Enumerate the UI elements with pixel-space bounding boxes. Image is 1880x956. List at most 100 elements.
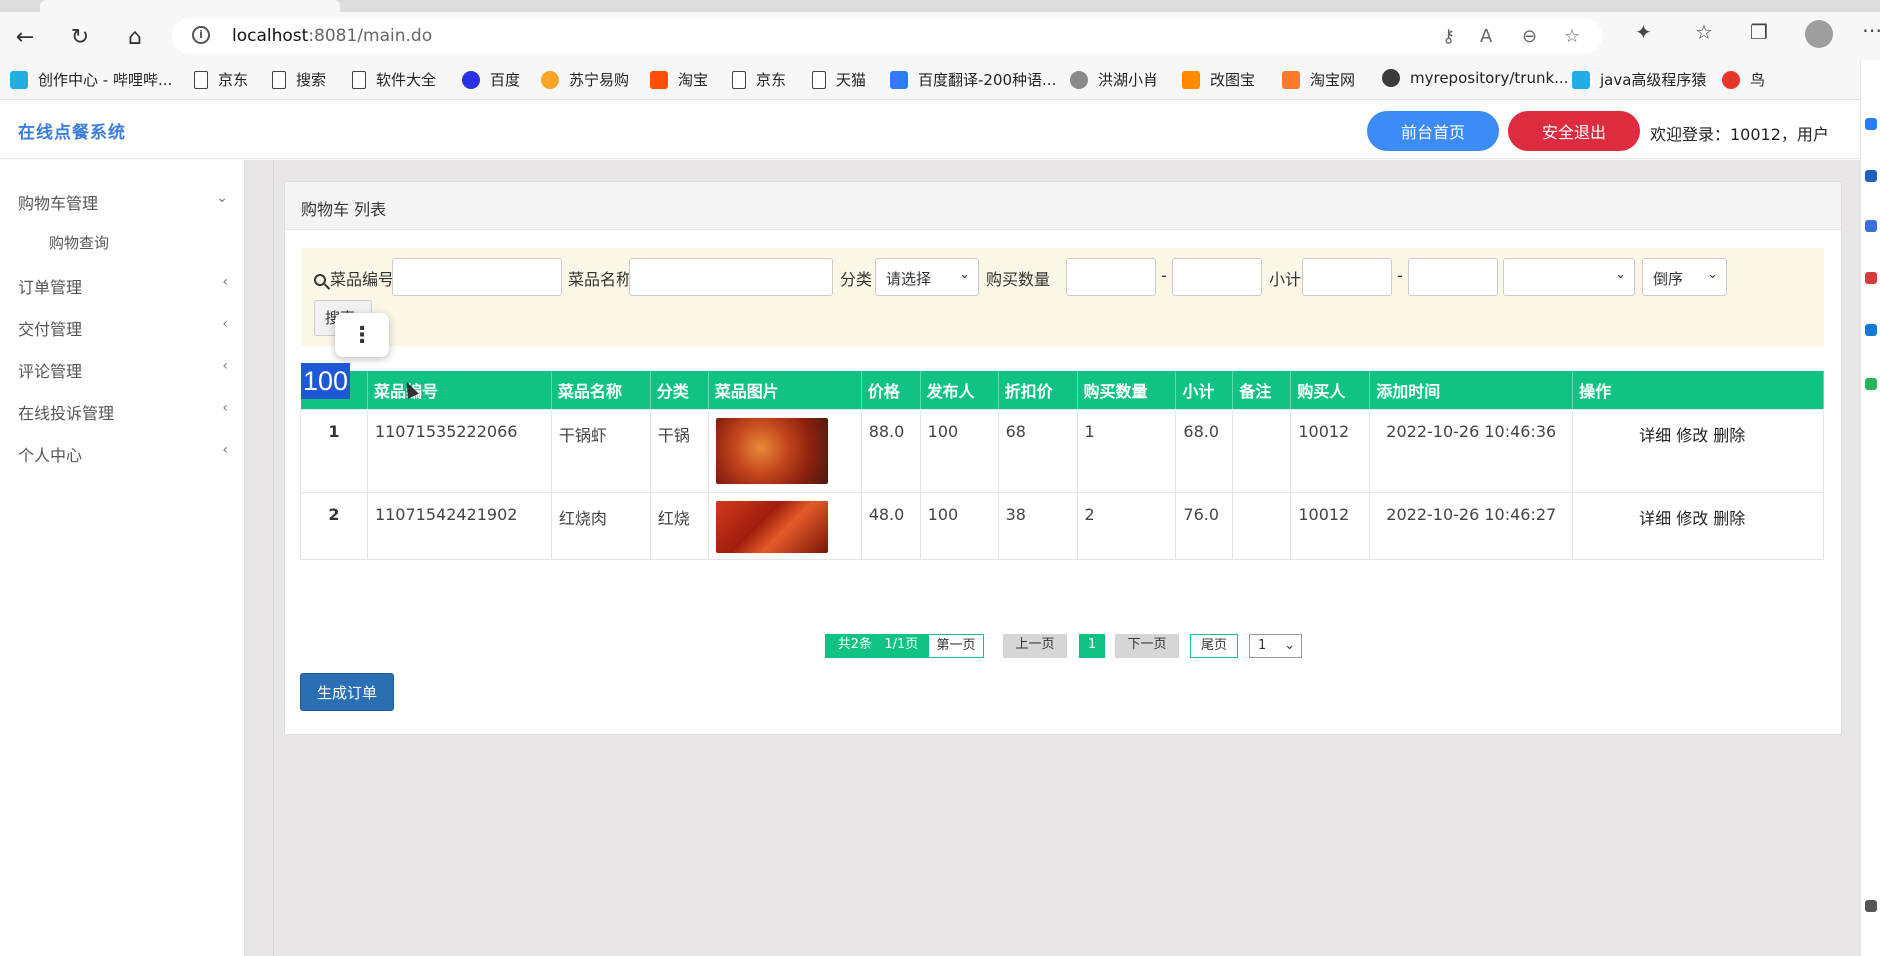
search-icon[interactable] [1865, 118, 1877, 130]
dish-name-input[interactable] [629, 258, 833, 296]
chevron-left-icon: ‹ [222, 274, 228, 290]
bookmark-item[interactable]: java高级程序猿 [1572, 69, 1706, 90]
bookmark-item[interactable]: 软件大全 [352, 69, 436, 90]
sidebar-item-delivery[interactable]: 交付管理 ‹ [18, 316, 228, 340]
pager-prev-button[interactable]: 上一页 [1003, 634, 1067, 658]
collections-icon[interactable]: ❐ [1750, 20, 1768, 44]
sidebar-item-complaints[interactable]: 在线投诉管理 ‹ [18, 400, 228, 424]
sidebar-item-profile[interactable]: 个人中心 ‹ [18, 442, 228, 466]
bookmark-item[interactable]: 淘宝网 [1282, 69, 1355, 90]
key-icon[interactable]: ⚷ [1442, 26, 1455, 47]
home-page-button[interactable]: 前台首页 [1367, 111, 1499, 151]
cell-ops[interactable]: 详细 修改 删除 [1572, 491, 1824, 560]
dish-image[interactable] [715, 417, 828, 484]
logout-button[interactable]: 安全退出 [1508, 111, 1640, 151]
outlook-icon[interactable] [1865, 324, 1877, 336]
favorite-add-icon[interactable]: ☆ [1564, 26, 1580, 47]
cell-publisher: 100 [919, 408, 999, 493]
site-info-icon[interactable]: i [192, 26, 210, 44]
bookmark-item[interactable]: 苏宁易购 [541, 69, 629, 90]
sidebar: 购物车管理 ⌄ 购物查询 订单管理 ‹ 交付管理 ‹ 评论管理 ‹ 在线投诉管理 ‹ 个人… [0, 160, 245, 956]
bookmark-item[interactable]: 创作中心 - 哔哩哔... [10, 69, 172, 90]
sort-order-select[interactable]: 倒序 ⌄ [1642, 258, 1727, 296]
dish-image[interactable] [715, 500, 828, 553]
pager-first-button[interactable]: 第一页 [928, 634, 984, 658]
subtotal-min-input[interactable] [1302, 258, 1392, 296]
cell-image [707, 491, 862, 560]
zoom-icon[interactable]: ⊖ [1522, 26, 1537, 47]
bookmark-item[interactable]: 搜索 [272, 69, 326, 90]
shopping-icon[interactable] [1865, 170, 1877, 182]
cell-note [1232, 491, 1292, 560]
sidebar-toggle-icon[interactable] [1865, 900, 1877, 912]
welcome-text: 欢迎登录：10012，用户 [1650, 125, 1829, 144]
bookmark-item[interactable]: 淘宝 [650, 69, 708, 90]
range-dash: - [1161, 266, 1167, 285]
app-title: 在线点餐系统 [18, 123, 126, 143]
chevron-down-icon: ⌄ [1615, 267, 1626, 282]
qty-max-input[interactable] [1172, 258, 1262, 296]
bookmark-item[interactable]: 京东 [732, 69, 786, 90]
qty-min-input[interactable] [1066, 258, 1156, 296]
subtotal-max-input[interactable] [1408, 258, 1498, 296]
chevron-down-icon: ⌄ [1707, 267, 1718, 282]
browser-toolbar: ← ↻ ⌂ i localhost:8081/main.do ⚷ A ⊖ ☆ ✦… [0, 12, 1880, 60]
pager-next-button[interactable]: 下一页 [1115, 634, 1179, 658]
sidebar-subitem-cart-query[interactable]: 购物查询 [49, 232, 109, 253]
chevron-left-icon: ‹ [222, 442, 228, 458]
table-row: 1 11071535222066 干锅虾 干锅 88.0 100 68 1 68… [300, 408, 1824, 493]
cell-qty: 2 [1076, 491, 1177, 560]
bookmark-item[interactable]: myrepository/trunk... [1382, 69, 1568, 87]
pager-page-select[interactable]: 1 ⌄ [1249, 634, 1302, 658]
bookmark-item[interactable]: 洪湖小肖 [1070, 69, 1158, 90]
home-icon[interactable]: ⌂ [120, 22, 150, 52]
cell-note [1232, 408, 1292, 493]
office-icon[interactable] [1865, 272, 1877, 284]
bookmark-item[interactable]: 天猫 [812, 69, 866, 90]
bookmark-item[interactable]: 百度 [462, 69, 520, 90]
gaitubao-icon [1182, 70, 1200, 89]
search-icon [314, 274, 326, 286]
active-tab[interactable] [40, 0, 340, 12]
generate-order-button[interactable]: 生成订单 [300, 673, 394, 711]
sidebar-item-cart[interactable]: 购物车管理 ⌄ [18, 190, 228, 214]
games-icon[interactable] [1865, 378, 1877, 390]
col-header: 添加时间 [1369, 371, 1574, 409]
profile-avatar[interactable] [1805, 20, 1833, 48]
pager-current-page[interactable]: 1 [1079, 634, 1105, 658]
main-content: 购物车 列表 菜品编号 菜品名称 分类 请选择 ⌄ 购买数量 - 小计 - ⌄ 倒… [245, 160, 1860, 956]
url-text[interactable]: localhost:8081/main.do [232, 26, 432, 46]
sidebar-item-comments[interactable]: 评论管理 ‹ [18, 358, 228, 382]
dish-no-input[interactable] [392, 258, 562, 296]
col-header: 菜品名称 [551, 371, 651, 409]
bookmark-item[interactable]: 改图宝 [1182, 69, 1255, 90]
cell-category: 红烧 [649, 491, 709, 560]
bookmark-item[interactable]: 京东 [194, 69, 248, 90]
cell-subtotal: 68.0 [1175, 408, 1234, 493]
sidebar-item-orders[interactable]: 订单管理 ‹ [18, 274, 228, 298]
back-icon[interactable]: ← [10, 22, 40, 52]
bilibili-icon [1572, 70, 1590, 89]
subtotal-label: 小计 [1269, 270, 1302, 289]
pager-last-button[interactable]: 尾页 [1190, 634, 1238, 658]
category-select[interactable]: 请选择 ⌄ [875, 258, 979, 296]
cell-category: 干锅 [649, 408, 709, 493]
extensions-icon[interactable]: ✦ [1635, 20, 1652, 44]
col-header: 折扣价 [998, 371, 1078, 409]
address-bar[interactable]: i localhost:8081/main.do ⚷ A ⊖ ☆ [172, 18, 1602, 54]
favorites-icon[interactable]: ☆ [1695, 20, 1713, 44]
bookmark-item[interactable]: 百度翻译-200种语... [890, 69, 1056, 90]
bilibili-icon [10, 70, 28, 89]
more-icon[interactable]: ⋯ [1862, 18, 1880, 42]
sort-field-select[interactable]: ⌄ [1503, 258, 1635, 296]
chevron-left-icon: ‹ [222, 358, 228, 374]
bookmark-item[interactable]: 鸟 [1722, 69, 1765, 90]
reload-icon[interactable]: ↻ [65, 22, 95, 52]
bird-icon [1722, 70, 1740, 89]
more-vertical-icon[interactable]: ⋮ [335, 313, 389, 357]
people-icon[interactable] [1865, 220, 1877, 232]
dish-name-label: 菜品名称 [568, 270, 633, 289]
cell-price: 88.0 [860, 408, 921, 493]
read-aloud-icon[interactable]: A [1480, 26, 1492, 47]
cell-ops[interactable]: 详细 修改 删除 [1572, 408, 1824, 493]
